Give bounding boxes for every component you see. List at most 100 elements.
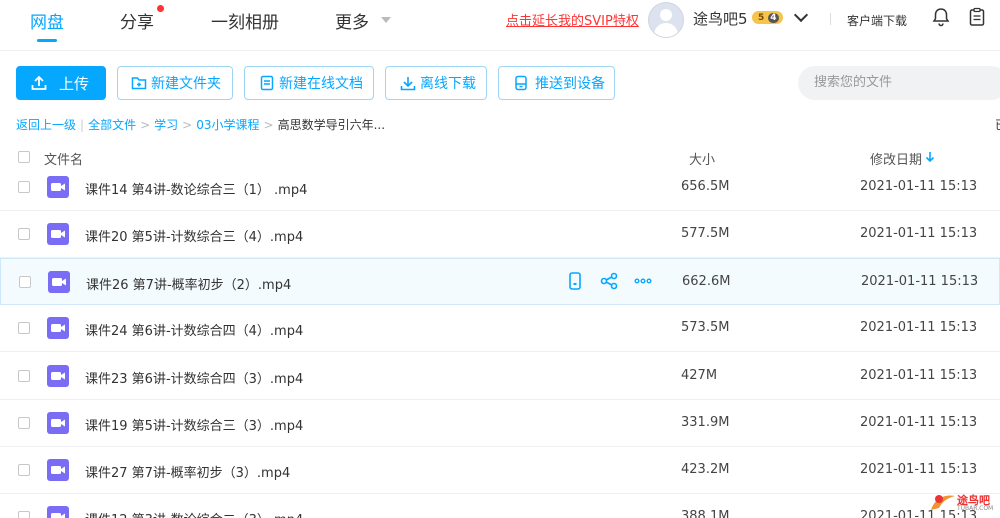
file-name[interactable]: 课件26 第7讲-概率初步（2）.mp4 [86,274,291,293]
table-row[interactable]: 课件12 第3讲-数论综合二（3）.mp4388.1M2021-01-11 15… [0,494,1000,518]
row-checkbox[interactable] [18,370,30,382]
row-checkbox[interactable] [18,181,30,193]
file-date: 2021-01-11 15:13 [861,274,979,289]
tab-share[interactable]: 分享 [120,8,154,33]
file-date: 2021-01-11 15:13 [860,179,978,194]
file-date: 2021-01-11 15:13 [860,415,978,430]
document-icon [260,75,274,91]
badge-level-1: 5 [758,12,765,23]
video-file-icon [47,506,69,518]
file-name[interactable]: 课件12 第3讲-数论综合二（3）.mp4 [85,509,303,518]
new-online-doc-label: 新建在线文档 [279,76,363,92]
file-name[interactable]: 课件20 第5讲-计数综合三（4）.mp4 [85,226,303,245]
svip-renew-link[interactable]: 点击延长我的SVIP特权 [506,10,639,29]
chevron-down-icon[interactable] [793,7,809,23]
download-icon [400,77,416,91]
bell-icon[interactable] [930,6,952,28]
file-name[interactable]: 课件14 第4讲-数论综合三（1） .mp4 [85,179,307,198]
tab-netdisk[interactable]: 网盘 [30,8,64,33]
push-device-icon[interactable] [565,271,585,291]
sort-down-arrow-icon[interactable] [925,151,935,163]
table-row[interactable]: 课件24 第6讲-计数综合四（4）.mp4 573.5M 2021-01-11 15… [0,305,1000,352]
breadcrumb-course[interactable]: 03小学课程 [196,118,259,132]
file-date: 2021-01-11 15:13 [860,320,978,335]
vip-level-badge: 5 4 [752,11,783,24]
file-name[interactable]: 课件24 第6讲-计数综合四（4）.mp4 [85,320,303,339]
clipboard-icon[interactable] [966,6,988,28]
file-size: 331.9M [681,415,730,430]
new-folder-button[interactable]: 新建文件夹 [117,66,233,100]
clipped-text: 已 [995,116,1000,133]
file-list: 课件14 第4讲-数论综合三（1） .mp4 656.5M 2021-01-11 1… [0,176,1000,518]
file-name[interactable]: 课件23 第6讲-计数综合四（3）.mp4 [85,368,303,387]
video-file-icon [47,223,69,245]
file-name[interactable]: 课件19 第5讲-计数综合三（3）.mp4 [85,415,303,434]
push-to-device-label: 推送到设备 [535,76,605,92]
push-to-device-button[interactable]: 推送到设备 [498,66,615,100]
file-size: 662.6M [682,274,731,289]
offline-download-label: 离线下载 [420,76,476,92]
more-options-icon[interactable] [633,271,653,291]
column-header-name[interactable]: 文件名 [44,149,83,168]
upload-label: 上传 [59,74,90,93]
table-row[interactable]: 课件19 第5讲-计数综合三（3）.mp4 331.9M 2021-01-11 15… [0,400,1000,447]
tab-album[interactable]: 一刻相册 [211,8,279,33]
breadcrumb: 返回上一级 | 全部文件 > 学习 >03小学课程 > 高思数学导引六年... [16,118,386,132]
table-row[interactable]: 课件14 第4讲-数论综合三（1） .mp4 656.5M 2021-01-11 1… [0,176,1000,211]
file-date: 2021-01-11 15:13 [860,368,978,383]
row-checkbox[interactable] [18,464,30,476]
table-row[interactable]: 课件20 第5讲-计数综合三（4）.mp4 577.5M 2021-01-11 15… [0,211,1000,258]
file-size: 388.1M [681,509,730,518]
badge-level-2: 4 [768,12,779,23]
video-file-icon [48,271,70,293]
upload-icon [31,75,47,90]
new-folder-label: 新建文件夹 [151,76,221,92]
watermark-subtext: TUBAR.COM [957,505,994,512]
video-file-icon [47,459,69,481]
upload-button[interactable]: 上传 [16,66,106,100]
breadcrumb-current: 高思数学导引六年... [277,118,386,132]
row-checkbox[interactable] [18,228,30,240]
file-date: 2021-01-11 15:13 [860,462,978,477]
offline-download-button[interactable]: 离线下载 [385,66,487,100]
avatar[interactable] [648,2,684,38]
client-download-link[interactable]: 客户端下载 [847,12,907,29]
search-input[interactable]: 搜索您的文件 [798,66,1000,100]
column-header-size[interactable]: 大小 [689,149,715,168]
active-tab-underline [37,39,57,42]
divider [830,13,831,25]
breadcrumb-study[interactable]: 学习 [154,118,178,132]
select-all-checkbox[interactable] [18,151,30,163]
video-file-icon [47,176,69,198]
folder-plus-icon [131,77,147,90]
row-checkbox[interactable] [18,322,30,334]
table-row[interactable]: 课件26 第7讲-概率初步（2）.mp4 662.6M 2021-01-11 15:… [0,258,1000,305]
breadcrumb-back[interactable]: 返回上一级 [16,118,76,132]
file-size: 427M [681,368,718,383]
username[interactable]: 途鸟吧5 [693,8,748,29]
tab-more[interactable]: 更多 [335,8,369,33]
table-header: 文件名 大小 修改日期 [0,142,1000,172]
file-size: 573.5M [681,320,730,335]
video-file-icon [47,365,69,387]
top-nav: 网盘 分享 一刻相册 更多 点击延长我的SVIP特权 途鸟吧5 5 4 客户端下… [0,0,1000,51]
table-row[interactable]: 课件23 第6讲-计数综合四（3）.mp4 427M 2021-01-11 15:1… [0,353,1000,400]
file-name[interactable]: 课件27 第7讲-概率初步（3）.mp4 [85,462,290,481]
share-icon[interactable] [599,271,619,291]
file-size: 656.5M [681,179,730,194]
breadcrumb-all-files[interactable]: 全部文件 [88,118,136,132]
row-checkbox[interactable] [19,276,31,288]
column-header-date[interactable]: 修改日期 [870,149,922,168]
video-file-icon [47,317,69,339]
file-date: 2021-01-11 15:13 [860,226,978,241]
notification-dot [157,5,164,12]
more-caret-icon[interactable] [381,17,391,23]
table-row[interactable]: 课件27 第7讲-概率初步（3）.mp4 423.2M 2021-01-11 15:… [0,447,1000,494]
row-checkbox[interactable] [18,511,30,518]
new-online-doc-button[interactable]: 新建在线文档 [244,66,374,100]
file-size: 577.5M [681,226,730,241]
video-file-icon [47,412,69,434]
row-checkbox[interactable] [18,417,30,429]
file-size: 423.2M [681,462,730,477]
device-icon [515,75,527,91]
